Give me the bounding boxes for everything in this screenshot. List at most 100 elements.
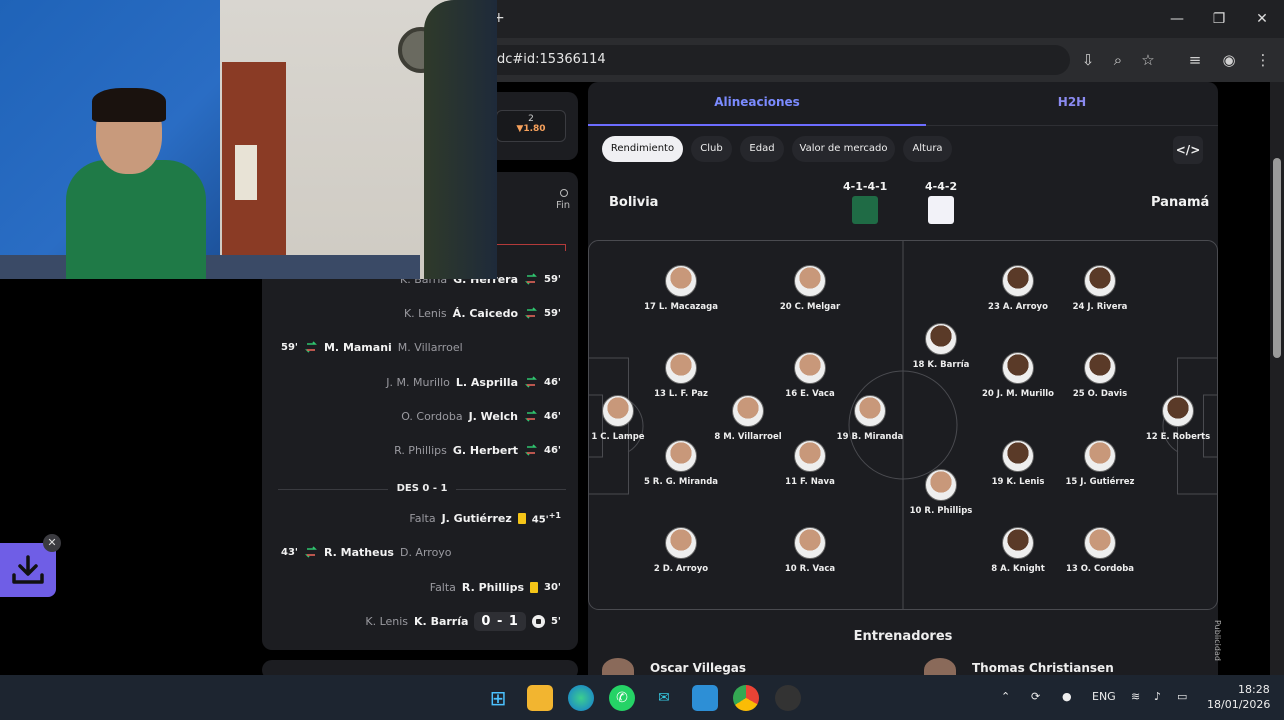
- away-player[interactable]: 24 J. Rivera: [1050, 265, 1150, 312]
- event-minute: 46': [544, 410, 561, 422]
- tab-h2h[interactable]: H2H: [926, 95, 1218, 109]
- timeline-event[interactable]: K. Lenis K. Barría 0 - 1 5': [365, 611, 561, 631]
- home-player[interactable]: 11 F. Nava: [760, 440, 860, 487]
- added-time: +1: [548, 510, 561, 520]
- clock-date[interactable]: 18/01/2026: [1207, 698, 1270, 711]
- home-player[interactable]: 17 L. Macazaga: [631, 265, 731, 312]
- player-name: 17 L. Macazaga: [644, 302, 718, 312]
- timeline-event[interactable]: Falta R. Phillips 30': [430, 578, 561, 596]
- player-avatar: [1084, 265, 1116, 297]
- bookmark-star-icon[interactable]: ☆: [1138, 50, 1158, 70]
- player-avatar: [925, 323, 957, 355]
- away-player[interactable]: 25 O. Davis: [1050, 352, 1150, 399]
- player-avatar: [602, 395, 634, 427]
- language-indicator[interactable]: ENG: [1092, 690, 1116, 703]
- battery-icon[interactable]: ▭: [1177, 690, 1187, 703]
- away-player[interactable]: 12 E. Roberts: [1128, 395, 1228, 442]
- home-player[interactable]: 16 E. Vaca: [760, 352, 860, 399]
- timeline-event[interactable]: 59' M. Mamani M. Villarroel: [281, 338, 463, 356]
- timeline-event[interactable]: R. Phillips G. Herbert 46': [394, 441, 561, 459]
- player-avatar: [1002, 527, 1034, 559]
- whatsapp-icon[interactable]: ✆: [609, 685, 635, 711]
- timeline-event[interactable]: Falta J. Gutiérrez 45'+1: [409, 509, 561, 527]
- player-avatar: [794, 527, 826, 559]
- profile-icon[interactable]: ◉: [1219, 50, 1239, 70]
- scrollbar-thumb[interactable]: [1273, 158, 1281, 358]
- clock-time[interactable]: 18:28: [1238, 683, 1270, 696]
- windows-start-icon[interactable]: ⊞: [485, 685, 511, 711]
- webcam-bed: [0, 255, 420, 279]
- menu-icon[interactable]: ⋮: [1253, 50, 1273, 70]
- sync-icon[interactable]: ⟳: [1031, 690, 1040, 703]
- zoom-icon[interactable]: ⌕: [1108, 50, 1128, 70]
- webcam-second-person: [424, 0, 497, 279]
- install-app-icon[interactable]: ⇩: [1078, 50, 1098, 70]
- event-player: Á. Caicedo: [452, 306, 519, 320]
- away-player[interactable]: 15 J. Gutiérrez: [1050, 440, 1150, 487]
- home-team-name: Bolivia: [609, 195, 659, 210]
- event-secondary: O. Cordoba: [401, 409, 463, 423]
- player-avatar: [665, 527, 697, 559]
- minimize-icon[interactable]: —: [1166, 9, 1188, 29]
- app-icon[interactable]: [775, 685, 801, 711]
- filter-altura[interactable]: Altura: [903, 136, 952, 162]
- embed-code-icon[interactable]: </>: [1173, 136, 1203, 164]
- coach-home-name[interactable]: Oscar Villegas: [650, 661, 746, 675]
- home-kit-icon: [852, 196, 878, 224]
- chrome-icon[interactable]: [733, 685, 759, 711]
- timeline-event[interactable]: J. M. Murillo L. Asprilla 46': [386, 373, 561, 391]
- away-player[interactable]: 13 O. Cordoba: [1050, 527, 1150, 574]
- volume-icon[interactable]: ♪: [1154, 690, 1161, 703]
- home-player[interactable]: 10 R. Vaca: [760, 527, 860, 574]
- event-player: R. Matheus: [323, 545, 394, 559]
- maximize-icon[interactable]: ❐: [1208, 9, 1230, 29]
- photos-icon[interactable]: [692, 685, 718, 711]
- player-name: 10 R. Vaca: [784, 564, 836, 574]
- player-avatar: [1084, 527, 1116, 559]
- tray-overflow-icon[interactable]: ⌃: [1001, 690, 1010, 703]
- reading-list-icon[interactable]: ≡: [1185, 50, 1205, 70]
- player-name: 11 F. Nava: [785, 477, 835, 487]
- player-avatar: [1002, 440, 1034, 472]
- home-player[interactable]: 2 D. Arroyo: [631, 527, 731, 574]
- download-close-icon[interactable]: ✕: [43, 534, 61, 552]
- player-avatar: [794, 265, 826, 297]
- tab-alineaciones[interactable]: Alineaciones: [588, 95, 926, 109]
- filter-edad[interactable]: Edad: [740, 136, 784, 162]
- home-player[interactable]: 20 C. Melgar: [760, 265, 860, 312]
- timeline-event[interactable]: K. Lenis Á. Caicedo 59': [404, 304, 561, 322]
- event-minute: 46': [544, 444, 561, 456]
- home-formation: 4-1-4-1: [843, 180, 888, 193]
- filter-rendimiento[interactable]: Rendimiento: [602, 136, 683, 162]
- player-avatar: [665, 265, 697, 297]
- coach-away-name[interactable]: Thomas Christiansen: [972, 661, 1114, 675]
- filter-valor-de-mercado[interactable]: Valor de mercado: [792, 136, 895, 162]
- home-player[interactable]: 1 C. Lampe: [568, 395, 668, 442]
- yellow-card-icon: [530, 581, 539, 593]
- microphone-icon[interactable]: ●: [1062, 690, 1072, 703]
- goal-ball-icon: [531, 614, 545, 628]
- player-avatar: [732, 395, 764, 427]
- home-player[interactable]: 19 B. Miranda: [820, 395, 920, 442]
- timeline-event[interactable]: 43' R. Matheus D. Arroyo: [281, 543, 452, 561]
- home-player[interactable]: 8 M. Villarroel: [698, 395, 798, 442]
- substitution-icon: [525, 273, 537, 285]
- substitution-icon: [305, 341, 317, 353]
- url-text[interactable]: dc#id:15366114: [497, 52, 606, 67]
- mail-icon[interactable]: ✉: [651, 685, 677, 711]
- event-secondary: R. Phillips: [394, 443, 447, 457]
- odds-box[interactable]: 2 ▼1.80: [496, 110, 566, 142]
- home-player[interactable]: 13 L. F. Paz: [631, 352, 731, 399]
- event-secondary: D. Arroyo: [399, 545, 452, 559]
- filter-club[interactable]: Club: [691, 136, 732, 162]
- home-player[interactable]: 5 R. G. Miranda: [631, 440, 731, 487]
- player-avatar: [794, 440, 826, 472]
- close-icon[interactable]: ✕: [1251, 9, 1273, 29]
- wifi-icon[interactable]: ≋: [1131, 690, 1140, 703]
- substitution-icon: [525, 376, 537, 388]
- timeline-progress-end: [565, 244, 566, 251]
- timeline-event[interactable]: O. Cordoba J. Welch 46': [401, 407, 561, 425]
- file-explorer-icon[interactable]: [527, 685, 553, 711]
- edge-icon[interactable]: [568, 685, 594, 711]
- event-player: R. Phillips: [461, 580, 525, 594]
